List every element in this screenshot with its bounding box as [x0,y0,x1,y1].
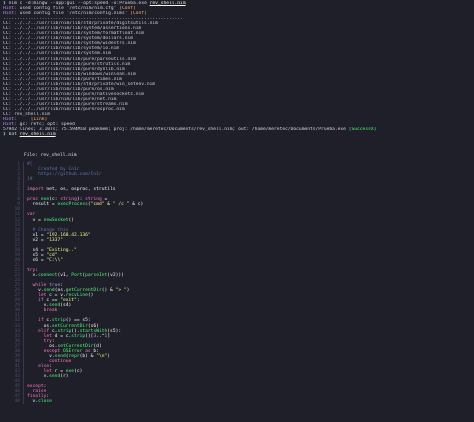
code-token: v. [27,399,39,405]
file-link: rev_shell.nim [149,1,186,6]
terminal-line: ❯ bat rev_shell.nim [3,132,471,137]
code-text: v.close [27,399,52,404]
gutter-divider [23,399,24,405]
terminal-window[interactable]: ❯ nim c -d:mingw --app:gui --opt:speed -… [0,0,474,422]
bat-file-label: File: rev_shell.nim [24,153,77,158]
code-view: 1 #[2 Created by Cn1r 3 https://github.com… [0,162,474,405]
bat-header: File: rev_shell.nim [0,151,474,160]
file-link: rev_shell.nim [19,132,56,138]
command-text: bat [8,132,20,138]
code-token: close [38,399,52,405]
prompt-symbol: ❯ [3,132,6,138]
code-line: 48 v.close [0,399,474,405]
terminal-output: ❯ nim c -d:mingw --app:gui --opt:speed -… [3,1,471,137]
success-tag: [SuccessX] [348,127,377,133]
line-number: 48 [14,399,20,405]
